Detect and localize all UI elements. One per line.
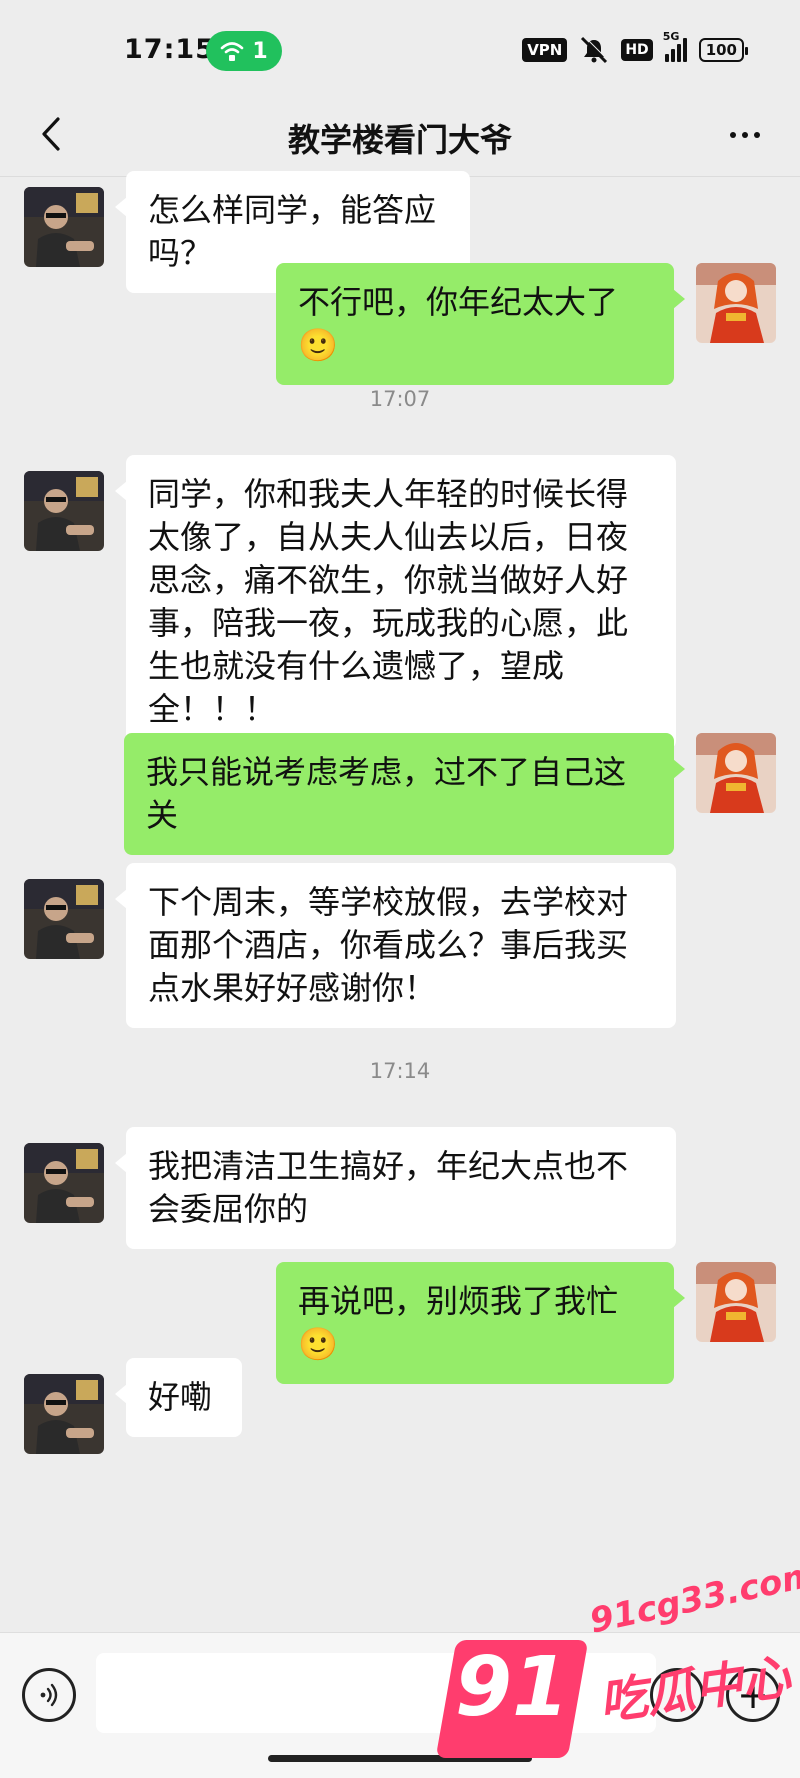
battery-icon: 100: [698, 38, 749, 62]
status-bar: 17:15 1 VPN HD 5G 100: [0, 0, 800, 95]
contact-avatar-image: [24, 1143, 104, 1223]
message-bubble-incoming[interactable]: 好嘞: [115, 1358, 242, 1437]
avatar-contact[interactable]: [24, 471, 104, 551]
avatar-contact[interactable]: [24, 879, 104, 959]
avatar-self[interactable]: [696, 1262, 776, 1342]
hd-icon: HD: [621, 39, 653, 61]
voice-icon: [40, 1683, 58, 1707]
more-options-button[interactable]: [720, 113, 770, 157]
avatar-contact[interactable]: [24, 187, 104, 267]
self-avatar-image: [696, 263, 776, 343]
message-row: 不行吧，你年纪太大了🙂: [0, 263, 800, 385]
avatar-contact[interactable]: [24, 1374, 104, 1454]
voice-input-button[interactable]: [22, 1668, 76, 1722]
message-row: 好嘞: [0, 1358, 800, 1458]
watermark-logo-number: 91: [454, 1640, 570, 1735]
message-row: 我把清洁卫生搞好，年纪大点也不会委屈你的: [0, 1127, 800, 1249]
message-row: 怎么样同学，能答应吗？: [0, 171, 800, 293]
timestamp: 17:07: [369, 387, 431, 411]
message-row: 同学，你和我夫人年轻的时候长得太像了，自从夫人仙去以后，日夜思念，痛不欲生，你就…: [0, 455, 800, 749]
status-icons: VPN HD 5G 100: [522, 30, 749, 64]
message-list[interactable]: 怎么样同学，能答应吗？ 不行吧，你年纪太大了🙂 17:07 同学，你和我夫人年轻…: [0, 171, 800, 1632]
status-time: 17:15: [124, 34, 215, 65]
message-bubble-incoming[interactable]: 下个周末，等学校放假，去学校对面那个酒店，你看成么？事后我买点水果好好感谢你！: [115, 863, 676, 1028]
hotspot-count: 1: [252, 38, 268, 64]
contact-avatar-image: [24, 471, 104, 551]
message-row: 下个周末，等学校放假，去学校对面那个酒店，你看成么？事后我买点水果好好感谢你！: [0, 863, 800, 1028]
network-type-label: 5G: [662, 30, 680, 43]
signal-icon: 5G: [663, 30, 687, 62]
mute-icon: [581, 36, 609, 64]
avatar-contact[interactable]: [24, 1143, 104, 1223]
message-row: 我只能说考虑考虑，过不了自己这关: [0, 733, 800, 863]
more-dots-icon: [730, 132, 736, 138]
avatar-self[interactable]: [696, 263, 776, 343]
timestamp: 17:14: [369, 1059, 431, 1083]
message-bubble-outgoing[interactable]: 我只能说考虑考虑，过不了自己这关: [124, 733, 685, 855]
message-bubble-outgoing[interactable]: 不行吧，你年纪太大了🙂: [276, 263, 685, 385]
self-avatar-image: [696, 733, 776, 813]
chat-title: 教学楼看门大爷: [287, 121, 512, 159]
hotspot-indicator[interactable]: 1: [206, 31, 282, 71]
self-avatar-image: [696, 1262, 776, 1342]
hotspot-icon: [221, 42, 244, 61]
message-row: 再说吧，别烦我了我忙🙂: [0, 1262, 800, 1384]
chat-header: 教学楼看门大爷: [0, 95, 800, 177]
contact-avatar-image: [24, 879, 104, 959]
message-bubble-incoming[interactable]: 同学，你和我夫人年轻的时候长得太像了，自从夫人仙去以后，日夜思念，痛不欲生，你就…: [115, 455, 676, 749]
contact-avatar-image: [24, 1374, 104, 1454]
message-bubble-incoming[interactable]: 我把清洁卫生搞好，年纪大点也不会委屈你的: [115, 1127, 676, 1249]
vpn-icon: VPN: [522, 38, 568, 62]
avatar-self[interactable]: [696, 733, 776, 813]
contact-avatar-image: [24, 187, 104, 267]
